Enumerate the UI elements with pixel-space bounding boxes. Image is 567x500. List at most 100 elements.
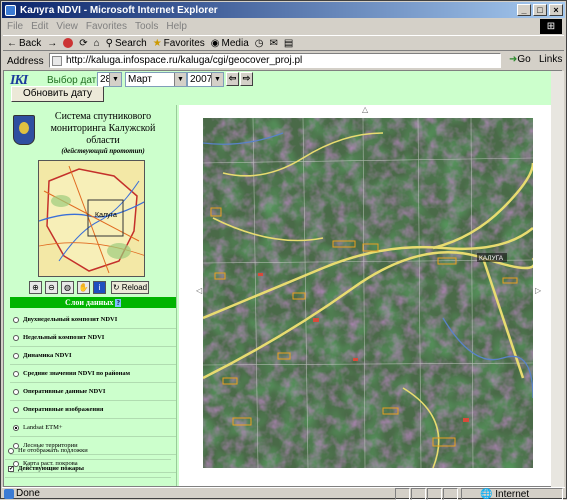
- day-select[interactable]: 28 ▼: [97, 72, 122, 87]
- mail-button[interactable]: ✉: [270, 38, 278, 49]
- layer-item[interactable]: Landsat ETM+: [10, 419, 176, 437]
- system-subtitle: (действующий прототип): [61, 147, 145, 155]
- chevron-down-icon: ▼: [174, 73, 186, 86]
- window-title: Kалуга NDVI - Microsoft Internet Explore…: [20, 4, 218, 16]
- map-area: △ ◁ ▷ КАЛУГА: [179, 105, 551, 486]
- chevron-down-icon: ▼: [211, 73, 223, 86]
- address-input[interactable]: http://kaluga.infospace.ru/kaluga/cgi/ge…: [49, 53, 501, 68]
- menu-view[interactable]: View: [56, 21, 78, 32]
- layer-radio-selected[interactable]: [13, 424, 19, 431]
- reload-button[interactable]: ↻ Reload: [111, 281, 149, 294]
- pan-button[interactable]: ✋: [77, 281, 90, 294]
- layer-radio[interactable]: [8, 447, 14, 454]
- menu-tools[interactable]: Tools: [135, 21, 158, 32]
- ie-app-icon: [5, 4, 16, 16]
- browser-window: Kалуга NDVI - Microsoft Internet Explore…: [0, 0, 567, 500]
- map-tools: ⊕ ⊖ ◍ ✋ i ↻ Reload: [29, 281, 149, 294]
- print-icon: ▤: [283, 37, 294, 49]
- media-button[interactable]: ◉ Media: [211, 38, 249, 49]
- hand-icon: ✋: [78, 283, 89, 292]
- status-cells: [395, 488, 458, 500]
- search-button[interactable]: ⚲ Search: [106, 38, 147, 49]
- layer-radio[interactable]: [13, 370, 19, 377]
- stop-icon: [63, 38, 74, 48]
- page-content: IKI Выбор даты: 28 ▼ Март ▼ 2007 ▼ ⇦ ⇨ Обно…: [3, 70, 562, 487]
- menu-edit[interactable]: Edit: [31, 21, 48, 32]
- vertical-scrollbar[interactable]: [551, 71, 564, 487]
- chevron-down-icon: ▼: [109, 73, 121, 86]
- minimize-button[interactable]: _: [517, 4, 531, 16]
- forward-button[interactable]: →: [47, 38, 57, 49]
- home-button[interactable]: ⌂: [94, 38, 100, 49]
- address-bar: Address http://kaluga.infospace.ru/kalug…: [3, 52, 564, 70]
- layers-header: Слои данных ?: [10, 297, 176, 308]
- ie-page-icon: [4, 489, 14, 499]
- back-button[interactable]: ← Back: [7, 38, 41, 49]
- windows-logo-icon: ⊞: [540, 19, 562, 34]
- pan-west-icon[interactable]: ◁: [196, 286, 202, 295]
- update-date-button[interactable]: Обновить дату: [11, 86, 104, 102]
- satellite-image: КАЛУГА: [203, 118, 533, 468]
- menu-help[interactable]: Help: [166, 21, 187, 32]
- menu-bar: File Edit View Favorites Tools Help ⊞: [3, 19, 564, 34]
- fires-checkbox[interactable]: ✓: [8, 465, 14, 472]
- favorites-button[interactable]: ★ Favorites: [153, 38, 205, 49]
- refresh-button[interactable]: ⟳: [79, 38, 87, 49]
- zoom-out-button[interactable]: ⊖: [45, 281, 58, 294]
- zoom-in-icon: ⊕: [32, 283, 39, 292]
- left-panel: Система спутникового мониторинга Калужск…: [7, 105, 177, 486]
- go-button[interactable]: ➜Go: [509, 54, 531, 65]
- layer-radio[interactable]: [13, 388, 19, 395]
- satellite-map[interactable]: КАЛУГА: [203, 118, 533, 468]
- mail-icon: ✉: [269, 37, 278, 49]
- history-icon: ◷: [254, 37, 264, 49]
- status-bar: Done 🌐 Internet: [2, 487, 565, 500]
- layer-radio[interactable]: [13, 316, 19, 323]
- layer-radio[interactable]: [13, 352, 19, 359]
- pan-east-icon[interactable]: ▷: [535, 286, 541, 295]
- print-button[interactable]: ▤: [284, 38, 293, 49]
- status-text: Done: [16, 488, 40, 499]
- full-extent-button[interactable]: ◍: [61, 281, 74, 294]
- globe-icon: 🌐: [480, 489, 493, 500]
- zoom-in-button[interactable]: ⊕: [29, 281, 42, 294]
- overview-minimap[interactable]: Калуга: [38, 160, 145, 277]
- layer-item[interactable]: Не отображать подложки: [5, 442, 171, 460]
- stop-button[interactable]: [63, 38, 74, 48]
- layer-item-fires[interactable]: ✓ Действующие пожары: [5, 460, 171, 478]
- layer-item[interactable]: Оперативные данные NDVI: [10, 383, 176, 401]
- layer-item[interactable]: Средние значения NDVI по районам: [10, 365, 176, 383]
- layer-radio[interactable]: [13, 334, 19, 341]
- search-icon: ⚲: [105, 37, 113, 49]
- close-button[interactable]: ×: [549, 4, 563, 16]
- layer-item[interactable]: Недельный композит NDVI: [10, 329, 176, 347]
- kaluga-emblem-icon: [13, 115, 35, 145]
- layer-radio[interactable]: [13, 406, 19, 413]
- reload-icon: ↻: [112, 283, 120, 292]
- forward-arrow-icon: →: [47, 37, 58, 49]
- menu-file[interactable]: File: [7, 21, 23, 32]
- maximize-button[interactable]: □: [533, 4, 547, 16]
- layer-item[interactable]: Оперативные изображения: [10, 401, 176, 419]
- links-button[interactable]: Links: [539, 54, 562, 65]
- page-icon: [52, 56, 62, 66]
- menu-favorites[interactable]: Favorites: [86, 21, 127, 32]
- globe-icon: ◍: [64, 283, 71, 292]
- toolbar: ← Back → ⟳ ⌂ ⚲ Search ★ Favorites ◉ Media ◷ …: [3, 35, 564, 51]
- history-button[interactable]: ◷: [255, 38, 264, 49]
- refresh-icon: ⟳: [79, 37, 88, 49]
- prev-date-button[interactable]: ⇦: [226, 72, 239, 86]
- layer-item[interactable]: Двухнедельный композит NDVI: [10, 311, 176, 329]
- info-icon: i: [98, 283, 101, 292]
- next-date-button[interactable]: ⇨: [240, 72, 253, 86]
- month-select[interactable]: Март ▼: [125, 72, 187, 87]
- layers-help-icon[interactable]: ?: [115, 299, 121, 307]
- map-city-label: КАЛУГА: [479, 255, 504, 262]
- minimap-graphic: Калуга: [39, 161, 144, 276]
- layer-item[interactable]: Динамика NDVI: [10, 347, 176, 365]
- pan-north-icon[interactable]: △: [362, 105, 368, 114]
- home-icon: ⌂: [93, 37, 100, 49]
- info-button[interactable]: i: [93, 281, 106, 294]
- year-select[interactable]: 2007 ▼: [187, 72, 224, 87]
- minimap-city-label: Калуга: [95, 212, 117, 219]
